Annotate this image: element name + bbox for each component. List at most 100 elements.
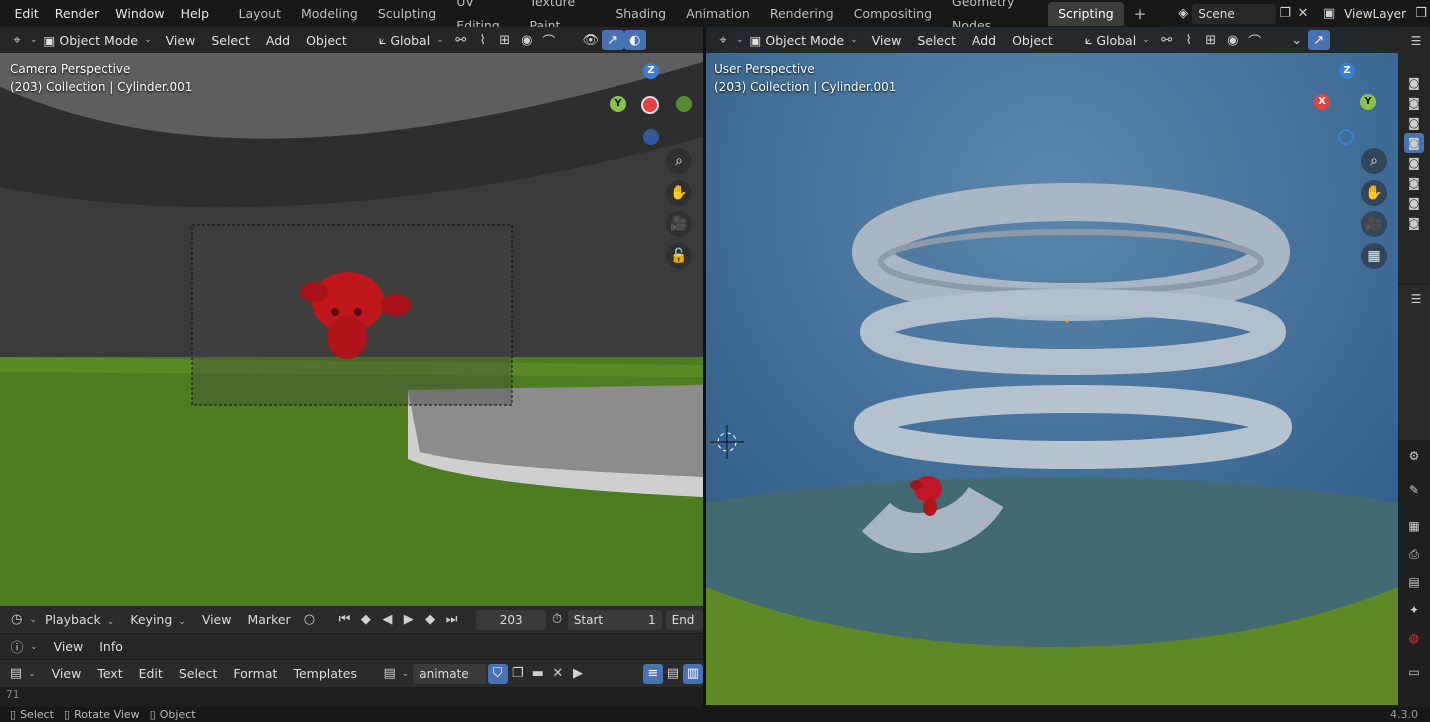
- camera-icon-2[interactable]: ◙: [1404, 93, 1424, 113]
- play-icon[interactable]: ▶: [398, 610, 419, 630]
- visibility-icon[interactable]: 👁: [580, 30, 602, 50]
- add-workspace-icon[interactable]: +: [1124, 2, 1157, 26]
- jump-start-icon[interactable]: ⏮: [334, 610, 355, 630]
- gizmo-x-axis-right[interactable]: X: [1314, 94, 1330, 110]
- snap-target-icon-right[interactable]: ⊞: [1200, 30, 1222, 50]
- jump-end-icon[interactable]: ⏭: [441, 610, 462, 630]
- start-frame-field[interactable]: Start 1: [567, 609, 662, 630]
- timeline-playback-menu[interactable]: Playback ⌄: [37, 612, 122, 627]
- tab-layout[interactable]: Layout: [228, 2, 291, 26]
- tool-settings-icon[interactable]: ⚙: [1404, 446, 1424, 466]
- falloff-icon[interactable]: ⌒: [538, 30, 560, 50]
- tab-animation[interactable]: Animation: [676, 2, 760, 26]
- timeline-editor-icon[interactable]: ◷: [6, 610, 27, 630]
- snap-target-icon[interactable]: ⊞: [494, 30, 516, 50]
- scene-icon[interactable]: ◈: [1174, 4, 1192, 24]
- gizmo-z-axis[interactable]: Z: [643, 63, 659, 79]
- right-menu-view[interactable]: View: [864, 33, 910, 48]
- gizmo-y-axis-right[interactable]: Y: [1360, 94, 1376, 110]
- camera-view-icon-right[interactable]: 🎥: [1361, 211, 1387, 237]
- render-icon[interactable]: ▦: [1404, 516, 1424, 536]
- duplicate-text-icon[interactable]: ❐: [508, 664, 528, 684]
- tab-compositing[interactable]: Compositing: [844, 2, 942, 26]
- current-frame-field[interactable]: 203: [475, 609, 547, 630]
- menu-edit[interactable]: Edit: [7, 2, 47, 26]
- falloff-icon-right[interactable]: ⌒: [1244, 30, 1266, 50]
- menu-window[interactable]: Window: [107, 2, 172, 26]
- outliner-icon[interactable]: ☰: [1406, 31, 1426, 51]
- gizmo-z-axis-right[interactable]: Z: [1339, 63, 1355, 79]
- open-folder-icon[interactable]: ▬: [528, 664, 548, 684]
- output-icon[interactable]: ⎙: [1404, 544, 1424, 564]
- left-viewport[interactable]: ⌖ ⌄ ▣ Object Mode ⌄ View Select Add Object …: [0, 27, 703, 606]
- word-wrap-icon[interactable]: ▤: [663, 664, 683, 684]
- tab-modeling[interactable]: Modeling: [291, 2, 368, 26]
- menu-render[interactable]: Render: [47, 2, 108, 26]
- camera-icon-8[interactable]: ◙: [1404, 213, 1424, 233]
- tool-icon[interactable]: ✎: [1404, 480, 1424, 500]
- gizmo-y-negative[interactable]: [676, 96, 692, 112]
- line-numbers-icon[interactable]: ≡: [642, 663, 663, 684]
- text-edit-menu[interactable]: Edit: [131, 666, 171, 681]
- delete-scene-icon[interactable]: ✕: [1294, 4, 1312, 24]
- left-menu-add[interactable]: Add: [258, 33, 298, 48]
- end-frame-field[interactable]: End: [665, 609, 703, 630]
- zoom-icon-right[interactable]: ⌕: [1361, 148, 1387, 174]
- fake-user-shield-icon[interactable]: ⛉: [487, 663, 508, 684]
- timeline-marker-menu[interactable]: Marker: [239, 612, 298, 627]
- lock-icon[interactable]: 🔓: [666, 243, 692, 269]
- pan-hand-icon-right[interactable]: ✋: [1361, 180, 1387, 206]
- editor-type-icon-right[interactable]: ⌖: [712, 30, 734, 50]
- camera-icon-1[interactable]: ◙: [1404, 73, 1424, 93]
- gizmo-toggle-icon-right[interactable]: ↗: [1307, 30, 1330, 50]
- view-layer-props-icon[interactable]: ▤: [1404, 572, 1424, 592]
- gizmo-z-negative[interactable]: [643, 129, 659, 145]
- zoom-icon[interactable]: ⌕: [666, 148, 692, 174]
- collection-props-icon[interactable]: ▭: [1404, 662, 1424, 682]
- right-transform-orientation[interactable]: ⟀ Global ⌄: [1079, 32, 1156, 48]
- auto-keying-icon[interactable]: ○: [299, 610, 320, 630]
- right-menu-add[interactable]: Add: [964, 33, 1004, 48]
- right-mode-dropdown[interactable]: ▣ Object Mode ⌄: [744, 33, 864, 48]
- left-transform-orientation[interactable]: ⟀ Global ⌄: [373, 32, 450, 48]
- text-browse-icon[interactable]: ▤: [380, 664, 400, 684]
- syntax-highlight-icon[interactable]: ▥: [682, 663, 704, 684]
- gizmo-toggle-icon[interactable]: ↗: [601, 30, 624, 50]
- proportional-edit-icon-right[interactable]: ◉: [1222, 30, 1244, 50]
- tab-shading[interactable]: Shading: [605, 2, 676, 26]
- text-templates-menu[interactable]: Templates: [285, 666, 365, 681]
- camera-icon-7[interactable]: ◙: [1404, 193, 1424, 213]
- view-layer-icon[interactable]: ▣: [1320, 4, 1338, 24]
- run-script-icon[interactable]: ▶: [568, 664, 588, 684]
- camera-icon-active[interactable]: ◙: [1404, 133, 1424, 153]
- grid-view-icon[interactable]: ▦: [1361, 243, 1387, 269]
- tab-rendering[interactable]: Rendering: [760, 2, 844, 26]
- info-info-menu[interactable]: Info: [91, 639, 131, 654]
- right-menu-object[interactable]: Object: [1004, 33, 1061, 48]
- text-file-field[interactable]: animate: [413, 663, 486, 684]
- camera-icon-5[interactable]: ◙: [1404, 153, 1424, 173]
- next-keyframe-icon[interactable]: ◆: [419, 610, 440, 630]
- tab-scripting[interactable]: Scripting: [1048, 1, 1124, 26]
- snap-icon-right[interactable]: ⌇: [1178, 30, 1200, 50]
- pivot-icon[interactable]: ⚯: [450, 30, 472, 50]
- play-reverse-icon[interactable]: ◀: [377, 610, 398, 630]
- pan-hand-icon[interactable]: ✋: [666, 180, 692, 206]
- new-view-layer-icon[interactable]: ❐: [1412, 4, 1430, 24]
- timeline-view-menu[interactable]: View: [194, 612, 240, 627]
- gizmo-x-negative[interactable]: [641, 96, 659, 114]
- text-select-menu[interactable]: Select: [171, 666, 226, 681]
- snap-icon[interactable]: ⌇: [472, 30, 494, 50]
- left-mode-dropdown[interactable]: ▣ Object Mode ⌄: [38, 33, 158, 48]
- proportional-edit-icon[interactable]: ◉: [516, 30, 538, 50]
- left-menu-view[interactable]: View: [158, 33, 204, 48]
- prev-keyframe-icon[interactable]: ◆: [355, 610, 376, 630]
- text-editor-icon[interactable]: ▤: [6, 664, 26, 684]
- camera-icon-3[interactable]: ◙: [1404, 113, 1424, 133]
- tab-sculpting[interactable]: Sculpting: [368, 2, 446, 26]
- right-menu-select[interactable]: Select: [909, 33, 964, 48]
- visibility-icon-right[interactable]: ⌄: [1286, 30, 1308, 50]
- gizmo-y-axis[interactable]: Y: [610, 96, 626, 112]
- world-icon[interactable]: ◍: [1404, 628, 1424, 648]
- menu-help[interactable]: Help: [173, 2, 218, 26]
